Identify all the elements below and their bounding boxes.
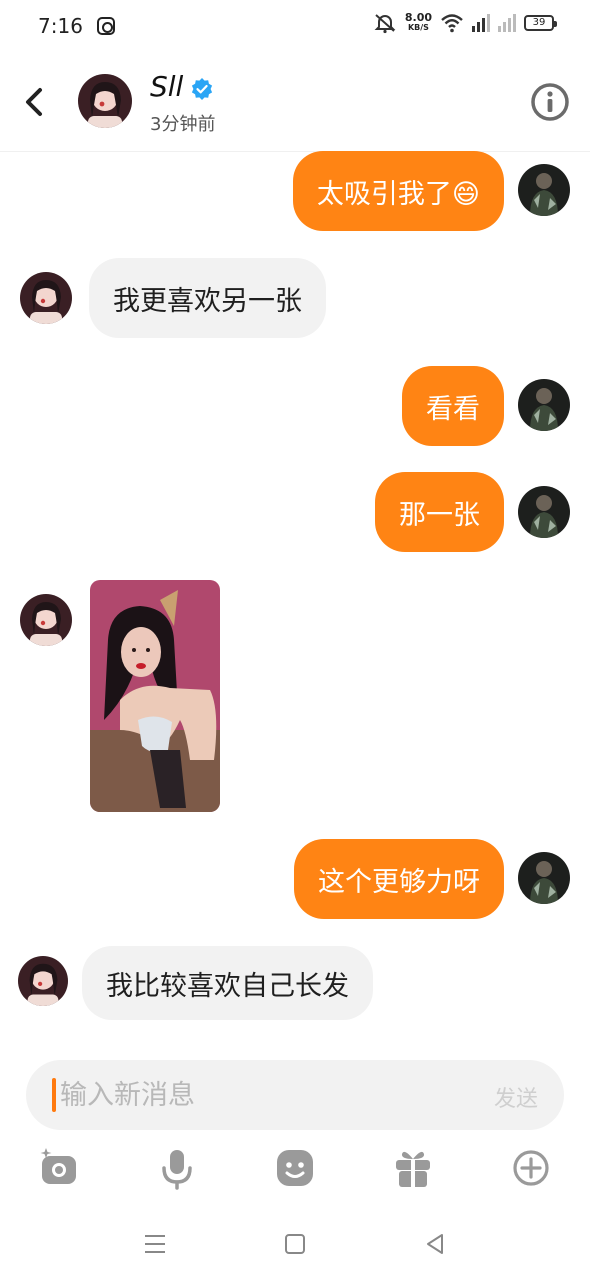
back-nav-icon[interactable] xyxy=(420,1230,450,1258)
my-avatar[interactable] xyxy=(518,379,570,431)
message-text: 这个更够力呀 xyxy=(318,866,480,898)
message-bubble-incoming[interactable]: 我比较喜欢自己长发 xyxy=(82,946,373,1020)
message-image[interactable] xyxy=(90,580,220,812)
wifi-icon xyxy=(441,14,463,33)
message-bubble-incoming[interactable]: 我更喜欢另一张 xyxy=(89,258,326,338)
message-input-bar: 发送 xyxy=(26,1060,564,1130)
microphone-icon[interactable] xyxy=(156,1146,198,1190)
network-speed-unit: KB/S xyxy=(407,23,429,32)
system-nav-bar xyxy=(0,1218,590,1268)
contact-message-avatar[interactable] xyxy=(20,594,72,646)
message-bubble-outgoing[interactable]: 太吸引我了😄 xyxy=(292,151,504,231)
chat-toolbar xyxy=(0,1146,590,1192)
signal-icon xyxy=(472,14,490,32)
message-input[interactable] xyxy=(60,1070,460,1120)
message-text: 那一张 xyxy=(399,499,480,531)
back-icon[interactable] xyxy=(20,84,50,120)
gift-icon[interactable] xyxy=(392,1146,434,1190)
status-bar: 7:16 8.00 KB/S 39 xyxy=(0,0,590,52)
message-text: 我比较喜欢自己长发 xyxy=(106,970,349,1002)
message-bubble-outgoing[interactable]: 这个更够力呀 xyxy=(294,839,504,919)
message-bubble-outgoing[interactable]: 看看 xyxy=(402,366,504,446)
network-speed: 8.00 KB/S xyxy=(405,12,432,33)
message-text: 太吸引我了😄 xyxy=(316,178,480,210)
emoji-icon[interactable] xyxy=(274,1146,316,1190)
text-caret xyxy=(52,1078,56,1112)
message-bubble-outgoing[interactable]: 那一张 xyxy=(375,472,504,552)
battery-level: 39 xyxy=(532,17,546,28)
message-text: 我更喜欢另一张 xyxy=(113,285,302,317)
contact-avatar[interactable] xyxy=(78,74,132,128)
last-seen: 3分钟前 xyxy=(150,114,216,135)
instagram-icon xyxy=(96,17,115,35)
plus-icon[interactable] xyxy=(510,1146,552,1190)
status-indicators: 8.00 KB/S 39 xyxy=(373,12,557,34)
status-time: 7:16 xyxy=(38,14,83,38)
contact-message-avatar[interactable] xyxy=(18,956,68,1006)
home-icon[interactable] xyxy=(280,1230,310,1258)
send-button[interactable]: 发送 xyxy=(494,1081,538,1113)
message-text: 看看 xyxy=(426,393,480,425)
verified-badge-icon xyxy=(191,78,213,100)
menu-icon[interactable] xyxy=(140,1230,170,1258)
signal-2-icon xyxy=(498,14,516,32)
camera-icon[interactable] xyxy=(38,1146,80,1190)
contact-name: Sll xyxy=(150,70,184,103)
battery-icon: 39 xyxy=(524,15,557,31)
contact-message-avatar[interactable] xyxy=(20,272,72,324)
my-avatar[interactable] xyxy=(518,164,570,216)
my-avatar[interactable] xyxy=(518,852,570,904)
info-icon[interactable] xyxy=(530,82,570,122)
my-avatar[interactable] xyxy=(518,486,570,538)
mute-bell-icon xyxy=(374,14,396,34)
chat-header: Sll 3分钟前 xyxy=(0,52,590,152)
